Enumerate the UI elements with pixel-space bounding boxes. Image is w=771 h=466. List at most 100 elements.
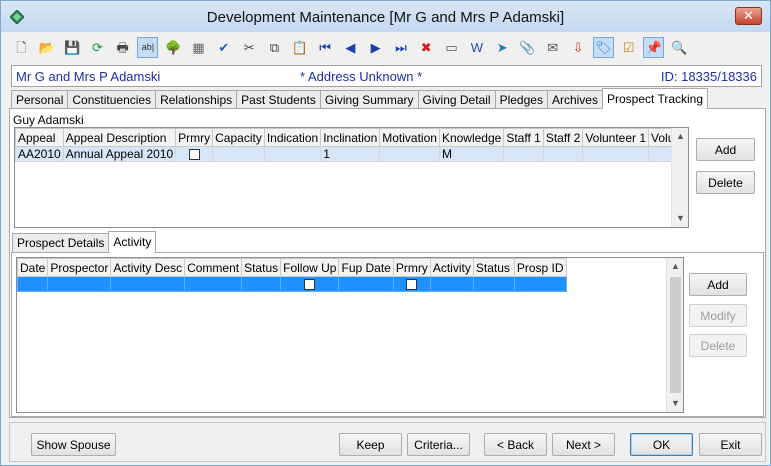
open-icon[interactable]: 📂 — [36, 37, 57, 58]
print-icon[interactable]: 🖶 — [112, 37, 133, 58]
column-header-appeal[interactable]: Appeal — [15, 128, 64, 147]
tab-archives[interactable]: Archives — [546, 90, 603, 109]
column-header-prmry[interactable]: Prmry — [175, 128, 214, 147]
column-header-volunteer-1[interactable]: Volunteer 1 — [582, 128, 650, 147]
refresh-icon[interactable]: ⟳ — [87, 37, 108, 58]
tab-personal[interactable]: Personal — [11, 90, 69, 109]
prospect-add-button[interactable]: Add — [696, 138, 755, 161]
delete-icon[interactable]: ✖ — [416, 37, 437, 58]
spellcheck-icon[interactable]: ✔ — [213, 37, 234, 58]
column-header-date[interactable]: Date — [17, 258, 49, 277]
table-row[interactable]: AA2010 Annual Appeal 2010 1 M — [15, 146, 688, 162]
column-header-prospector[interactable]: Prospector — [47, 258, 112, 277]
follow-up-checkbox[interactable] — [304, 279, 316, 291]
activity-row-new[interactable] — [17, 276, 567, 292]
activity-grid[interactable]: Date Prospector Activity Desc Comment Status… — [16, 257, 684, 413]
column-header-fup-date[interactable]: Fup Date — [338, 258, 394, 277]
tree-icon[interactable]: 🌳 — [163, 37, 184, 58]
column-header-staff-2[interactable]: Staff 2 — [542, 128, 584, 147]
cut-icon[interactable]: ✂ — [239, 37, 260, 58]
download-icon[interactable]: ⇩ — [568, 37, 589, 58]
show-spouse-button[interactable]: Show Spouse — [31, 433, 116, 456]
tab-giving-summary[interactable]: Giving Summary — [319, 90, 419, 109]
new-icon[interactable]: 🗋 — [11, 37, 32, 58]
column-header-motivation[interactable]: Motivation — [379, 128, 440, 147]
ok-button[interactable]: OK — [630, 433, 693, 456]
prospect-delete-button[interactable]: Delete — [696, 171, 755, 194]
next-record-icon[interactable]: ▶ — [365, 37, 386, 58]
cell-appeal: AA2010 — [15, 146, 64, 162]
send-icon[interactable]: ➤ — [492, 37, 513, 58]
activity-modify-button[interactable]: Modify — [689, 304, 747, 327]
activity-add-button[interactable]: Add — [689, 273, 747, 296]
cell-indication — [263, 146, 322, 162]
previous-record-icon[interactable]: ◀ — [340, 37, 361, 58]
column-header-knowledge[interactable]: Knowledge — [438, 128, 505, 147]
exit-button[interactable]: Exit — [699, 433, 762, 456]
copy-icon[interactable]: ⧉ — [264, 37, 285, 58]
cell-primary — [175, 146, 214, 162]
title-bar[interactable]: Development Maintenance [Mr G and Mrs P … — [1, 1, 770, 32]
card-icon[interactable]: ▭ — [441, 37, 462, 58]
tag-icon[interactable]: 🏷 — [592, 36, 614, 58]
criteria-button[interactable]: Criteria... — [407, 433, 470, 456]
tab-relationships[interactable]: Relationships — [155, 90, 238, 109]
column-header-follow-up[interactable]: Follow Up — [280, 258, 340, 277]
save-icon[interactable]: 💾 — [62, 37, 83, 58]
tab-prospect-details[interactable]: Prospect Details — [12, 233, 110, 253]
activity-tabs: Prospect Details Activity — [12, 231, 157, 253]
scroll-up-icon[interactable]: ▲ — [667, 258, 683, 275]
column-header-activity-desc[interactable]: Activity Desc — [110, 258, 186, 277]
activity-grid-scrollbar[interactable]: ▲ ▼ — [666, 258, 683, 412]
column-header-prmry[interactable]: Prmry — [392, 258, 431, 277]
column-header-appeal-description[interactable]: Appeal Description — [62, 128, 177, 147]
scroll-up-icon[interactable]: ▲ — [672, 128, 688, 145]
column-header-activity[interactable]: Activity — [429, 258, 474, 277]
cell-knowledge: M — [438, 146, 505, 162]
column-header-comment[interactable]: Comment — [184, 258, 243, 277]
field-icon[interactable]: ab| — [137, 36, 159, 58]
next-button[interactable]: Next > — [552, 433, 615, 456]
prospect-tracking-panel: Guy Adamski Appeal Appeal Description Prmr… — [9, 108, 766, 418]
column-header-status[interactable]: Status — [472, 258, 515, 277]
column-header-indication[interactable]: Indication — [263, 128, 322, 147]
column-header-prosp-id[interactable]: Prosp ID — [513, 258, 567, 277]
checklist-icon[interactable]: ☑ — [618, 37, 639, 58]
activity-panel: Date Prospector Activity Desc Comment Status… — [11, 252, 764, 417]
first-record-icon[interactable]: ⏮ — [315, 37, 336, 58]
activity-primary-checkbox[interactable] — [406, 279, 418, 291]
column-header-capacity[interactable]: Capacity — [212, 128, 265, 147]
preview-icon[interactable]: 🔍 — [669, 37, 690, 58]
close-button[interactable]: ✕ — [735, 7, 762, 25]
development-maintenance-window: Development Maintenance [Mr G and Mrs P … — [0, 0, 771, 466]
scroll-thumb[interactable] — [670, 277, 681, 393]
tab-activity[interactable]: Activity — [108, 231, 157, 253]
activity-delete-button[interactable]: Delete — [689, 334, 747, 357]
stamp-icon[interactable]: ✉ — [542, 37, 563, 58]
cell-appeal-description: Annual Appeal 2010 — [62, 146, 177, 162]
column-header-status[interactable]: Status — [241, 258, 282, 277]
tab-prospect-tracking[interactable]: Prospect Tracking — [601, 88, 709, 109]
scroll-down-icon[interactable]: ▼ — [672, 210, 688, 227]
tab-constituencies[interactable]: Constituencies — [67, 90, 157, 109]
paste-icon[interactable]: 📋 — [289, 37, 310, 58]
cell-capacity — [212, 146, 265, 162]
column-header-staff-1[interactable]: Staff 1 — [503, 128, 544, 147]
scroll-down-icon[interactable]: ▼ — [667, 395, 683, 412]
prospect-grid[interactable]: Appeal Appeal Description Prmry Capacity Ind… — [14, 127, 689, 228]
prospect-person-label: Guy Adamski — [13, 113, 84, 127]
word-icon[interactable]: W — [466, 37, 487, 58]
prospect-grid-scrollbar[interactable]: ▲ ▼ — [671, 128, 688, 227]
tab-giving-detail[interactable]: Giving Detail — [417, 90, 496, 109]
keep-button[interactable]: Keep — [339, 433, 402, 456]
tab-pledges[interactable]: Pledges — [494, 90, 548, 109]
back-button[interactable]: < Back — [484, 433, 547, 456]
tab-past-students[interactable]: Past Students — [236, 90, 321, 109]
column-header-inclination[interactable]: Inclination — [320, 128, 381, 147]
clipboard-icon[interactable]: 📎 — [517, 37, 538, 58]
footer-bar: Show Spouse Keep Criteria... < Back Next… — [9, 422, 766, 462]
calculator-icon[interactable]: ▦ — [188, 37, 209, 58]
last-record-icon[interactable]: ⏭ — [390, 37, 411, 58]
pin-icon[interactable]: 📌 — [643, 36, 665, 58]
primary-checkbox[interactable] — [188, 149, 200, 161]
